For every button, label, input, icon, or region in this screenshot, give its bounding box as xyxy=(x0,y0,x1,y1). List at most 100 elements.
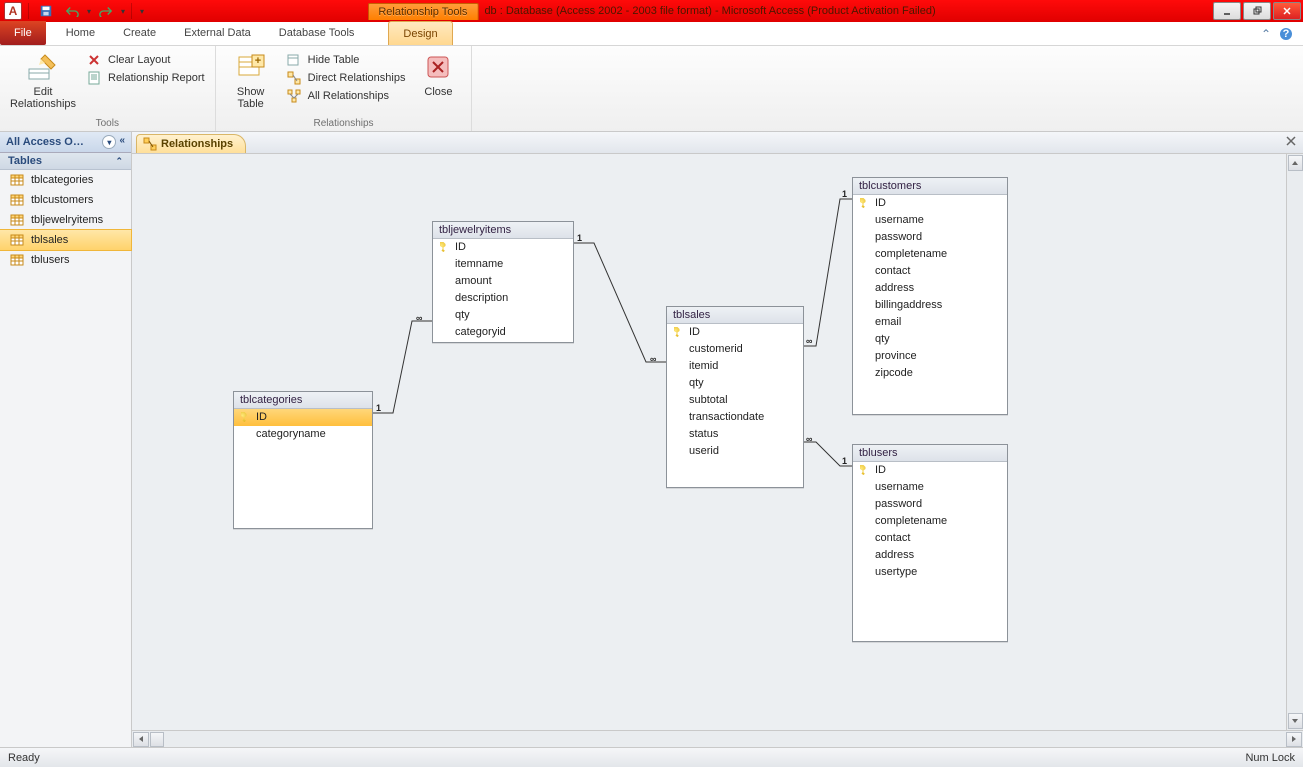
table-field[interactable]: ID xyxy=(433,239,573,256)
table-field[interactable]: userid xyxy=(667,443,803,460)
table-box-tblusers[interactable]: tblusersIDusernamepasswordcompletenameco… xyxy=(852,444,1008,642)
scroll-right-icon[interactable] xyxy=(1286,732,1302,747)
scroll-left-icon[interactable] xyxy=(133,732,149,747)
table-field[interactable]: ID xyxy=(667,324,803,341)
table-field[interactable]: username xyxy=(853,212,1007,229)
table-field[interactable]: billingaddress xyxy=(853,297,1007,314)
table-field[interactable]: email xyxy=(853,314,1007,331)
minimize-ribbon-icon[interactable]: ⌃ xyxy=(1261,27,1271,41)
table-field[interactable]: password xyxy=(853,229,1007,246)
close-relationships-button[interactable]: Close xyxy=(415,50,461,98)
nav-collapse-icon[interactable]: « xyxy=(119,135,125,149)
table-field[interactable]: completename xyxy=(853,513,1007,530)
horizontal-scrollbar[interactable] xyxy=(132,730,1303,747)
undo-dropdown-icon[interactable]: ▾ xyxy=(87,7,91,16)
document-close-button[interactable] xyxy=(1285,135,1299,149)
table-box-title[interactable]: tblsales xyxy=(667,307,803,324)
table-field[interactable]: contact xyxy=(853,263,1007,280)
table-field[interactable]: contact xyxy=(853,530,1007,547)
navigation-pane: All Access O… ▾ « Tables ⌃ tblcategories… xyxy=(0,132,132,747)
table-field[interactable]: username xyxy=(853,479,1007,496)
redo-dropdown-icon[interactable]: ▾ xyxy=(121,7,125,16)
relationships-canvas[interactable]: tblcategoriesIDcategorynametbljewelryite… xyxy=(132,154,1303,730)
table-field[interactable]: ID xyxy=(853,195,1007,212)
table-field[interactable]: address xyxy=(853,547,1007,564)
table-box-title[interactable]: tblusers xyxy=(853,445,1007,462)
sidebar-item-tblsales[interactable]: tblsales xyxy=(0,230,131,250)
scroll-up-icon[interactable] xyxy=(1288,155,1303,171)
minimize-button[interactable] xyxy=(1213,2,1241,20)
ribbon-group-tools-label: Tools xyxy=(10,116,205,129)
file-tab[interactable]: File xyxy=(0,21,46,45)
scroll-down-icon[interactable] xyxy=(1288,713,1303,729)
tab-home[interactable]: Home xyxy=(52,21,109,45)
ribbon: Edit Relationships Clear Layout Relation… xyxy=(0,46,1303,132)
all-relationships-button[interactable]: All Relationships xyxy=(286,88,406,104)
help-icon[interactable]: ? xyxy=(1279,27,1293,41)
show-table-label: Show Table xyxy=(237,86,265,110)
table-field[interactable]: province xyxy=(853,348,1007,365)
sidebar-item-tblcustomers[interactable]: tblcustomers xyxy=(0,190,131,210)
nav-section-tables[interactable]: Tables ⌃ xyxy=(0,153,131,170)
table-field[interactable]: ID xyxy=(853,462,1007,479)
nav-search-dropdown-icon[interactable]: ▾ xyxy=(102,135,116,149)
table-field[interactable]: customerid xyxy=(667,341,803,358)
tab-design[interactable]: Design xyxy=(388,21,452,45)
table-box-tbljewelryitems[interactable]: tbljewelryitemsIDitemnameamountdescripti… xyxy=(432,221,574,343)
nav-item-label: tblusers xyxy=(31,254,70,266)
sidebar-item-tbljewelryitems[interactable]: tbljewelryitems xyxy=(0,210,131,230)
vertical-scrollbar[interactable] xyxy=(1286,154,1303,730)
direct-relationships-icon xyxy=(286,70,302,86)
undo-icon[interactable] xyxy=(61,2,83,20)
table-box-title[interactable]: tbljewelryitems xyxy=(433,222,573,239)
tab-database-tools[interactable]: Database Tools xyxy=(265,21,369,45)
all-relationships-label: All Relationships xyxy=(308,90,389,102)
table-field[interactable]: status xyxy=(667,426,803,443)
nav-pane-header[interactable]: All Access O… ▾ « xyxy=(0,132,131,153)
table-field[interactable]: transactiondate xyxy=(667,409,803,426)
clear-layout-button[interactable]: Clear Layout xyxy=(86,52,205,68)
table-field[interactable]: qty xyxy=(853,331,1007,348)
table-field[interactable]: completename xyxy=(853,246,1007,263)
table-field[interactable]: itemid xyxy=(667,358,803,375)
table-field[interactable]: description xyxy=(433,290,573,307)
table-field[interactable]: categoryname xyxy=(234,426,372,443)
restore-button[interactable] xyxy=(1243,2,1271,20)
nav-item-label: tblsales xyxy=(31,234,68,246)
tab-external-data[interactable]: External Data xyxy=(170,21,265,45)
scroll-thumb[interactable] xyxy=(150,732,164,747)
table-field[interactable]: itemname xyxy=(433,256,573,273)
document-tab-relationships[interactable]: Relationships xyxy=(136,134,246,153)
tab-create[interactable]: Create xyxy=(109,21,170,45)
table-box-tblcustomers[interactable]: tblcustomersIDusernamepasswordcompletena… xyxy=(852,177,1008,415)
sidebar-item-tblusers[interactable]: tblusers xyxy=(0,250,131,270)
table-field[interactable]: categoryid xyxy=(433,324,573,341)
table-field[interactable]: subtotal xyxy=(667,392,803,409)
table-icon xyxy=(10,173,24,187)
save-icon[interactable] xyxy=(35,2,57,20)
table-field[interactable]: usertype xyxy=(853,564,1007,581)
direct-relationships-button[interactable]: Direct Relationships xyxy=(286,70,406,86)
access-app-icon[interactable]: A xyxy=(4,2,22,20)
table-field[interactable]: address xyxy=(853,280,1007,297)
sidebar-item-tblcategories[interactable]: tblcategories xyxy=(0,170,131,190)
redo-icon[interactable] xyxy=(95,2,117,20)
table-field[interactable]: qty xyxy=(667,375,803,392)
table-box-tblsales[interactable]: tblsalesIDcustomeriditemidqtysubtotaltra… xyxy=(666,306,804,488)
hide-table-button[interactable]: Hide Table xyxy=(286,52,406,68)
edit-relationships-button[interactable]: Edit Relationships xyxy=(10,50,76,110)
table-field[interactable]: zipcode xyxy=(853,365,1007,382)
table-field[interactable]: password xyxy=(853,496,1007,513)
table-field[interactable]: ID xyxy=(234,409,372,426)
table-box-title[interactable]: tblcategories xyxy=(234,392,372,409)
table-box-tblcategories[interactable]: tblcategoriesIDcategoryname xyxy=(233,391,373,529)
relationship-report-button[interactable]: Relationship Report xyxy=(86,70,205,86)
nav-item-label: tblcategories xyxy=(31,174,93,186)
table-field[interactable]: qty xyxy=(433,307,573,324)
qat-customize-icon[interactable]: ▾ xyxy=(138,7,146,16)
close-window-button[interactable] xyxy=(1273,2,1301,20)
table-box-title[interactable]: tblcustomers xyxy=(853,178,1007,195)
show-table-button[interactable]: + Show Table xyxy=(226,50,276,110)
table-field[interactable]: amount xyxy=(433,273,573,290)
hide-table-icon xyxy=(286,52,302,68)
